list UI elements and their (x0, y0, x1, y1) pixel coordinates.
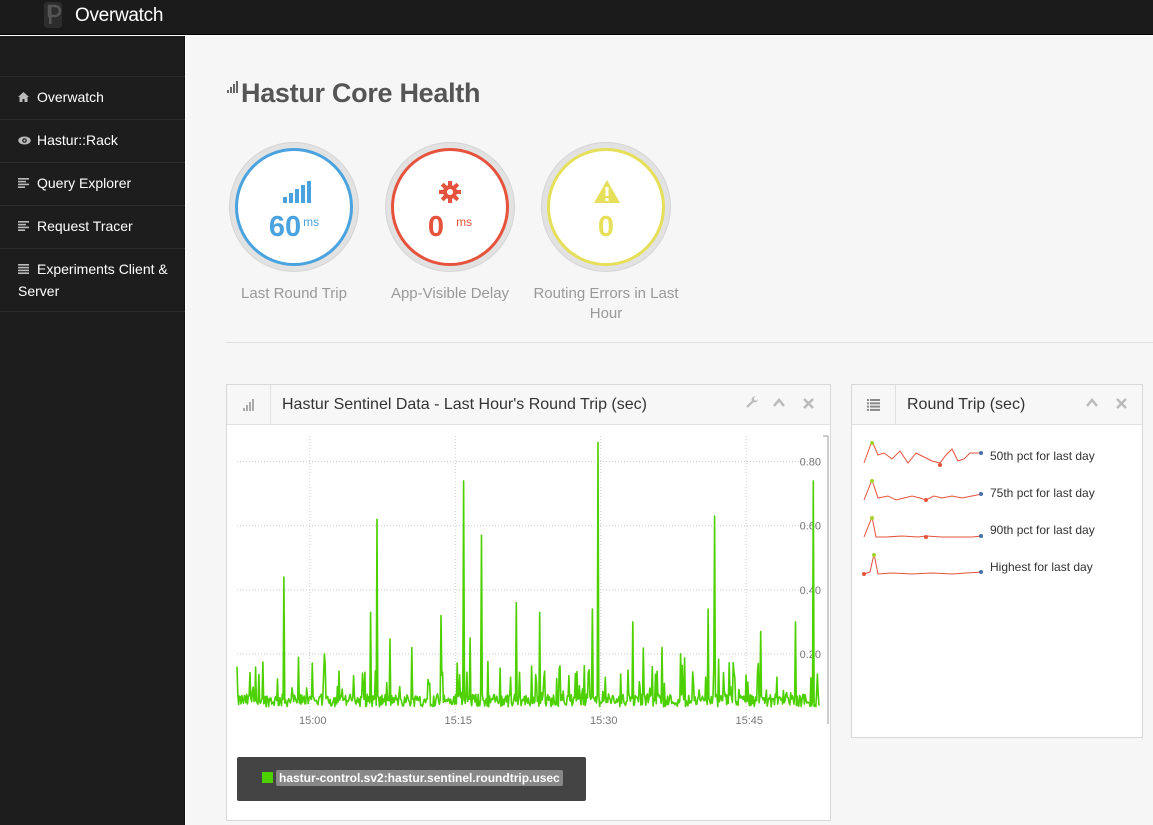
sidebar-item-label: Experiments Client & Server (18, 261, 168, 299)
signal-bars-icon (243, 399, 254, 411)
warning-icon (594, 180, 620, 203)
chart-legend[interactable]: hastur-control.sv2:hastur.sentinel.round… (237, 757, 586, 801)
stat-last-round-trip[interactable]: 60 ms Last Round Trip (214, 142, 374, 304)
y-tick-label: 0.40 (800, 585, 821, 597)
eye-icon (18, 132, 33, 152)
sidebar-item-overwatch[interactable]: Overwatch (0, 77, 185, 120)
sparkline-row-50th[interactable]: 50th pct for last day (862, 441, 1142, 471)
sparkline-row-75th[interactable]: 75th pct for last day (862, 478, 1142, 508)
panel-header: Round Trip (sec) (852, 385, 1142, 425)
y-tick-label: 0.20 (800, 649, 821, 661)
stat-value: 60 ms (268, 211, 320, 243)
stat-caption: Routing Errors in Last Hour (533, 285, 679, 322)
sparkline-row-highest[interactable]: Highest for last day (862, 552, 1142, 582)
stat-inner: 0 (547, 148, 665, 266)
sidebar: Overwatch Hastur::Rack Query Explorer Re… (0, 36, 185, 825)
main-content: Hastur Core Health 60ms Last Round Trip (186, 36, 1153, 825)
stat-app-visible-delay[interactable]: 0 ms App-Visible Delay (370, 142, 530, 304)
close-icon[interactable] (1114, 396, 1128, 412)
sidebar-item-hastur-rack[interactable]: Hastur::Rack (0, 120, 185, 163)
gear-icon (439, 181, 461, 203)
stat-value: 0 ms (427, 211, 473, 243)
stat-ring: 0 (541, 142, 671, 272)
sidebar-item-request-tracer[interactable]: Request Tracer (0, 206, 185, 249)
sparkline-label: 50th pct for last day (990, 449, 1095, 463)
stat-value: 0 (597, 211, 615, 243)
panel-title: Round Trip (sec) (907, 396, 1026, 413)
signal-bars-icon (283, 181, 311, 203)
series-line (236, 441, 820, 708)
collapse-icon[interactable] (1085, 396, 1099, 412)
y-tick-label: 0.80 (800, 457, 821, 469)
overwatch-logo-icon[interactable] (40, 0, 66, 30)
list-icon (18, 218, 33, 238)
y-tick-label: 0.60 (800, 521, 821, 533)
sparkline-label: Highest for last day (990, 560, 1093, 574)
sidebar-item-experiments[interactable]: Experiments Client & Server (0, 249, 185, 312)
sparkline (862, 553, 983, 576)
sparkline (863, 441, 983, 467)
sidebar-item-label: Hastur::Rack (37, 132, 118, 148)
wrench-icon[interactable] (745, 396, 759, 412)
app-name[interactable]: Overwatch (75, 5, 163, 27)
sidebar-item-label: Overwatch (37, 89, 104, 105)
x-tick-label: 15:45 (735, 715, 763, 727)
stat-ring: 0 ms (385, 142, 515, 272)
sparkline (863, 515, 983, 539)
list-icon (18, 175, 33, 195)
section-divider (226, 342, 1153, 343)
legend-swatch (262, 772, 273, 783)
stat-ring: 60 ms (229, 142, 359, 272)
panel-header-icon-cell (227, 385, 271, 425)
sparkline-label: 75th pct for last day (990, 486, 1095, 500)
panel-title: Hastur Sentinel Data - Last Hour's Round… (282, 396, 647, 413)
sparkline (863, 478, 983, 502)
stat-routing-errors[interactable]: 0 Routing Errors in Last Hour (526, 142, 686, 324)
stat-inner: 0 ms (391, 148, 509, 266)
list-icon (18, 261, 33, 281)
list-icon (867, 399, 880, 411)
close-icon[interactable] (801, 396, 815, 412)
top-navbar: Overwatch (0, 0, 1153, 35)
stat-caption: App-Visible Delay (390, 285, 510, 302)
collapse-icon[interactable] (772, 396, 786, 412)
sparkline-row-90th[interactable]: 90th pct for last day (862, 515, 1142, 545)
x-tick-label: 15:30 (590, 715, 618, 727)
sidebar-item-label: Request Tracer (37, 218, 133, 234)
x-tick-label: 15:15 (444, 715, 472, 727)
roundtrip-panel: Round Trip (sec) 50th pct for last day 7… (851, 384, 1143, 738)
panel-header: Hastur Sentinel Data - Last Hour's Round… (227, 385, 830, 425)
sidebar-item-query-explorer[interactable]: Query Explorer (0, 163, 185, 206)
stat-caption: Last Round Trip (241, 285, 347, 302)
stat-inner: 60 ms (235, 148, 353, 266)
sentinel-chart-panel: Hastur Sentinel Data - Last Hour's Round… (226, 384, 831, 821)
roundtrip-line-chart[interactable]: 0.20 0.40 0.60 0.80 15:00 15:15 15:30 15:45 (227, 426, 830, 746)
sidebar-item-label: Query Explorer (37, 175, 132, 191)
sidebar-nav: Overwatch Hastur::Rack Query Explorer Re… (0, 76, 185, 312)
panel-header-icon-cell (852, 385, 896, 425)
x-tick-label: 15:00 (299, 715, 327, 727)
sparkline-label: 90th pct for last day (990, 523, 1095, 537)
page-title: Hastur Core Health (241, 78, 481, 108)
legend-label[interactable]: hastur-control.sv2:hastur.sentinel.round… (276, 770, 563, 786)
home-icon (18, 89, 33, 109)
